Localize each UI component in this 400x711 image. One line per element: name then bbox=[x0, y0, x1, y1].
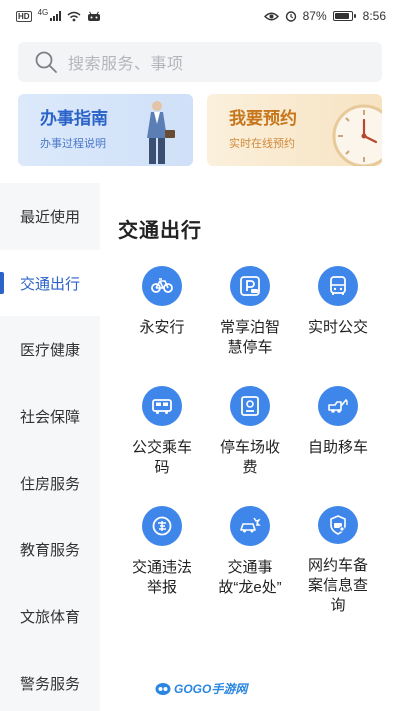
service-label: 交通事故“龙e处” bbox=[218, 559, 282, 596]
category-sidebar: 最近使用交通出行医疗健康社会保障住房服务教育服务文旅体育警务服务 bbox=[0, 183, 100, 711]
sidebar-item[interactable]: 医疗健康 bbox=[0, 316, 100, 383]
watermark-logo-icon bbox=[155, 682, 171, 695]
sidebar-item-label: 住房服务 bbox=[20, 475, 81, 493]
service-label: 停车场收费 bbox=[219, 439, 280, 476]
sidebar-item-label: 医疗健康 bbox=[20, 342, 81, 360]
sidebar-item[interactable]: 教育服务 bbox=[0, 516, 100, 583]
service-item[interactable]: 交通事故“龙e处” bbox=[206, 506, 294, 616]
sidebar-item[interactable]: 住房服务 bbox=[0, 450, 100, 517]
bus-code-icon bbox=[142, 386, 182, 426]
service-label: 公交乘车码 bbox=[131, 439, 192, 476]
car-accident-icon bbox=[230, 506, 270, 546]
service-item[interactable]: 交通违法举报 bbox=[118, 506, 206, 616]
network-type: 4G bbox=[37, 7, 49, 17]
search-bar[interactable]: 搜索服务、事项 bbox=[18, 42, 382, 82]
status-right: 87% 8:56 bbox=[263, 9, 386, 23]
sidebar-item-label: 交通出行 bbox=[20, 275, 81, 293]
service-item[interactable]: 永安行 bbox=[118, 266, 206, 376]
businessman-illustration-icon bbox=[147, 101, 175, 164]
tow-truck-icon bbox=[318, 386, 358, 426]
sidebar-item-label: 最近使用 bbox=[20, 208, 81, 226]
app-notification-icon bbox=[88, 11, 101, 21]
sidebar-item[interactable]: 警务服务 bbox=[0, 650, 100, 711]
hd-icon: HD bbox=[16, 10, 32, 22]
sidebar-item[interactable]: 交通出行 bbox=[0, 249, 100, 317]
sidebar-item-label: 文旅体育 bbox=[20, 608, 81, 626]
service-item[interactable]: 自助移车 bbox=[294, 386, 382, 496]
bicycle-icon bbox=[142, 266, 182, 306]
sidebar-item[interactable]: 最近使用 bbox=[0, 183, 100, 250]
guide-card[interactable]: 办事指南 办事过程说明 bbox=[18, 94, 193, 166]
service-grid: 永安行 常享泊智慧停车 实时公交公交乘车码 停车场收费 自助移车交通违法举报 交通事故“龙… bbox=[118, 266, 382, 616]
sidebar-item[interactable]: 社会保障 bbox=[0, 383, 100, 450]
service-label: 网约车备案信息查询 bbox=[307, 557, 368, 614]
parking-fee-icon bbox=[230, 386, 270, 426]
ride-hailing-query-icon bbox=[318, 506, 358, 544]
alarm-icon bbox=[285, 11, 296, 22]
bus-icon bbox=[318, 266, 358, 306]
service-label: 自助移车 bbox=[307, 439, 368, 456]
service-label: 实时公交 bbox=[307, 319, 368, 336]
clock: 8:56 bbox=[362, 9, 386, 23]
service-label: 常享泊智慧停车 bbox=[219, 319, 280, 356]
search-placeholder: 搜索服务、事项 bbox=[68, 56, 184, 73]
service-item[interactable]: 常享泊智慧停车 bbox=[206, 266, 294, 376]
sidebar-item-label: 教育服务 bbox=[20, 542, 81, 560]
sidebar-item-label: 社会保障 bbox=[20, 408, 81, 426]
service-label: 永安行 bbox=[139, 319, 185, 336]
sidebar-item[interactable]: 文旅体育 bbox=[0, 583, 100, 650]
signal-icon bbox=[50, 11, 62, 21]
status-bar: HD 4G 87% 8:56 bbox=[0, 0, 400, 32]
status-left: HD 4G bbox=[16, 7, 101, 22]
wall-clock-icon bbox=[332, 104, 382, 166]
violation-report-icon bbox=[142, 506, 182, 546]
eye-comfort-icon bbox=[263, 12, 279, 20]
search-icon bbox=[35, 51, 57, 73]
battery-percent: 87% bbox=[302, 9, 327, 23]
service-item[interactable]: 网约车备案信息查询 bbox=[294, 506, 382, 616]
appointment-card[interactable]: 我要预约 实时在线预约 bbox=[207, 94, 382, 166]
service-item[interactable]: 停车场收费 bbox=[206, 386, 294, 496]
parking-icon bbox=[230, 266, 270, 306]
wifi-icon bbox=[67, 11, 81, 21]
service-item[interactable]: 公交乘车码 bbox=[118, 386, 206, 496]
service-label: 交通违法举报 bbox=[131, 559, 192, 596]
service-item[interactable]: 实时公交 bbox=[294, 266, 382, 376]
watermark-text: GOGO手游网 bbox=[174, 682, 248, 696]
watermark: GOGO手游网 bbox=[155, 680, 247, 697]
section-title: 交通出行 bbox=[118, 220, 202, 242]
sidebar-item-label: 警务服务 bbox=[20, 675, 81, 693]
battery-icon bbox=[332, 11, 356, 21]
